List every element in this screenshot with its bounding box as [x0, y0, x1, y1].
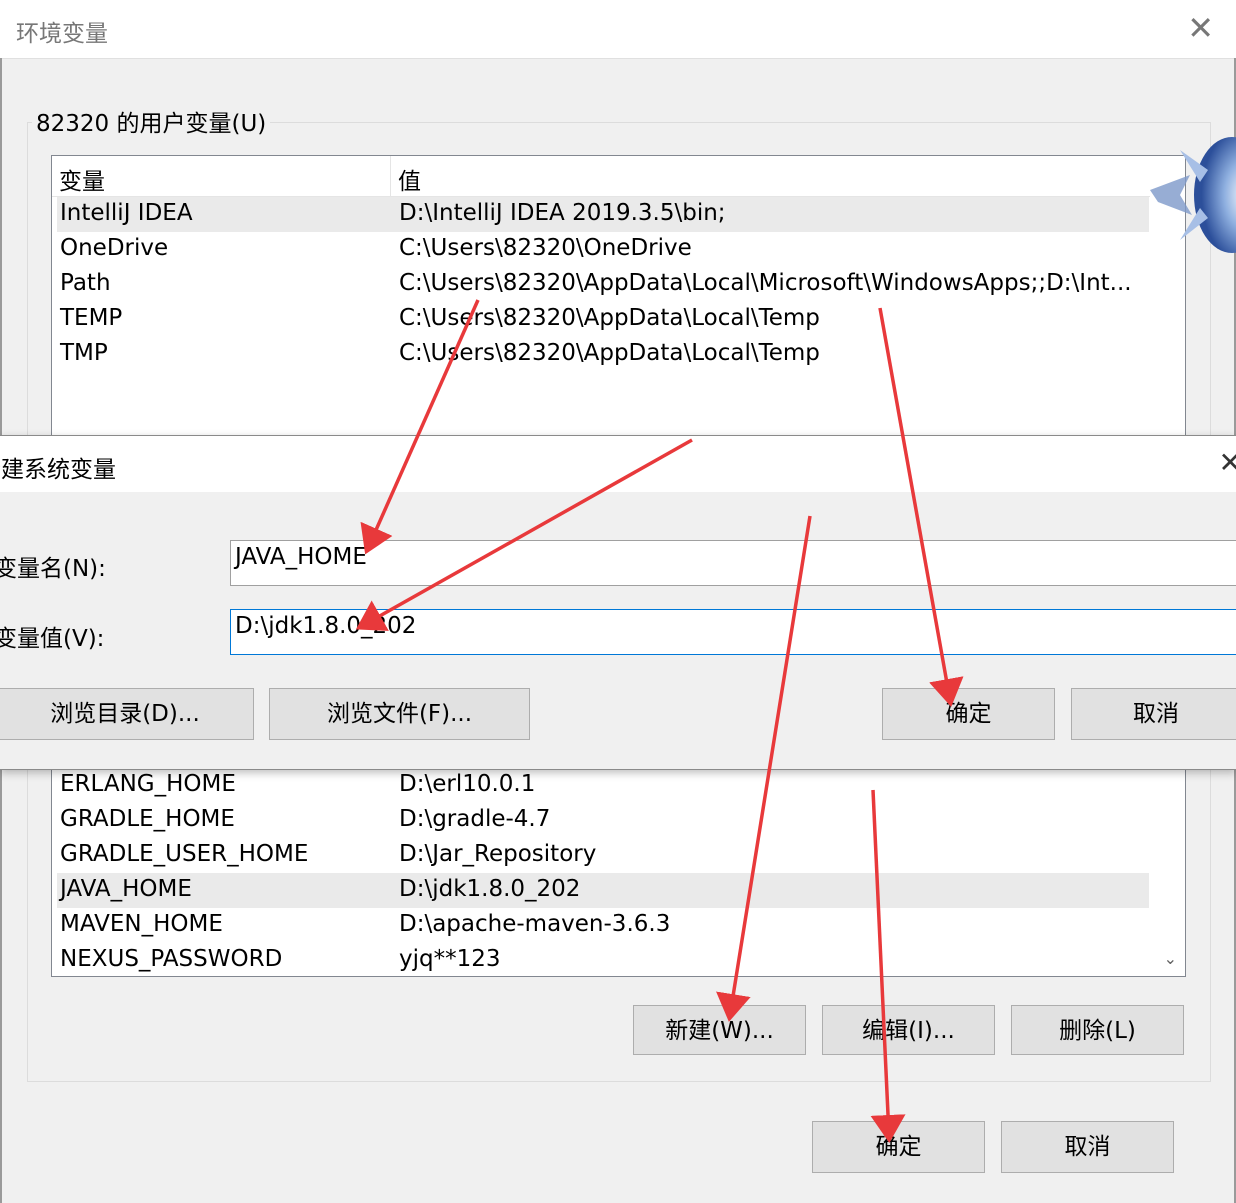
user-variables-list[interactable]: 变量 值 IntelliJ IDEA D:\IntelliJ IDEA 2019…	[51, 155, 1186, 457]
column-separator[interactable]	[390, 156, 391, 196]
variable-name: Path	[60, 270, 111, 296]
table-row[interactable]: GRADLE_USER_HOME D:\Jar_Repository	[57, 838, 1149, 873]
variable-value-label: 变量值(V):	[0, 626, 105, 652]
variable-value: C:\Users\82320\AppData\Local\Temp	[399, 305, 820, 331]
variable-name: GRADLE_HOME	[60, 806, 235, 832]
browse-file-button[interactable]: 浏览文件(F)...	[269, 688, 530, 740]
variable-value: D:\Jar_Repository	[399, 841, 597, 867]
variable-name: TEMP	[60, 305, 123, 331]
env-close-icon[interactable]: ✕	[1187, 10, 1214, 46]
variable-value: D:\apache-maven-3.6.3	[399, 911, 671, 937]
variable-value: C:\Users\82320\OneDrive	[399, 235, 692, 261]
column-header-value[interactable]: 值	[398, 162, 421, 196]
edit-button[interactable]: 编辑(I)...	[822, 1005, 995, 1055]
table-row[interactable]: TMP C:\Users\82320\AppData\Local\Temp	[57, 337, 1149, 372]
table-row[interactable]: ERLANG_HOME D:\erl10.0.1	[57, 768, 1149, 803]
dialog-close-icon[interactable]: ✕	[1219, 446, 1236, 479]
user-variables-label: 82320 的用户变量(U)	[32, 104, 271, 138]
table-row[interactable]: NEXUS_PASSWORD yjq**123	[57, 943, 1149, 976]
variable-name: JAVA_HOME	[60, 876, 192, 902]
table-row[interactable]: OneDrive C:\Users\82320\OneDrive	[57, 232, 1149, 267]
variable-value: D:\erl10.0.1	[399, 771, 536, 797]
variable-name-input[interactable]: JAVA_HOME	[230, 540, 1236, 586]
column-header-name[interactable]: 变量	[59, 162, 105, 196]
variable-name: IntelliJ IDEA	[60, 200, 193, 226]
ok-button[interactable]: 确定	[812, 1121, 985, 1173]
env-window-title: 环境变量	[16, 21, 108, 47]
variable-name: ERLANG_HOME	[60, 771, 236, 797]
variable-name-label: 变量名(N):	[0, 556, 106, 582]
chevron-down-icon[interactable]: ⌄	[1164, 949, 1177, 968]
variable-value: C:\Users\82320\AppData\Local\Temp	[399, 340, 820, 366]
variable-value-input[interactable]: D:\jdk1.8.0_202	[230, 609, 1236, 655]
crystal-decoration-icon	[1150, 137, 1236, 253]
variable-name: NEXUS_PASSWORD	[60, 946, 283, 972]
table-row[interactable]: Path C:\Users\82320\AppData\Local\Micros…	[57, 267, 1149, 302]
new-system-variable-dialog: 新建系统变量 ✕ 变量名(N): JAVA_HOME 变量值(V): D:\jd…	[0, 435, 1236, 770]
delete-button[interactable]: 删除(L)	[1011, 1005, 1184, 1055]
dialog-title: 新建系统变量	[0, 457, 116, 483]
variable-name: TMP	[60, 340, 108, 366]
table-row[interactable]: TEMP C:\Users\82320\AppData\Local\Temp	[57, 302, 1149, 337]
variable-value: D:\jdk1.8.0_202	[399, 876, 581, 902]
variable-value: D:\gradle-4.7	[399, 806, 551, 832]
variable-name: OneDrive	[60, 235, 169, 261]
variable-value: yjq**123	[399, 946, 501, 972]
dialog-cancel-button[interactable]: 取消	[1071, 688, 1236, 740]
dialog-titlebar: 新建系统变量 ✕	[0, 436, 1236, 492]
cancel-button[interactable]: 取消	[1001, 1121, 1174, 1173]
table-row[interactable]: IntelliJ IDEA D:\IntelliJ IDEA 2019.3.5\…	[57, 197, 1149, 232]
variable-name: MAVEN_HOME	[60, 911, 223, 937]
table-row[interactable]: MAVEN_HOME D:\apache-maven-3.6.3	[57, 908, 1149, 943]
new-button[interactable]: 新建(W)...	[633, 1005, 806, 1055]
dialog-ok-button[interactable]: 确定	[882, 688, 1055, 740]
browse-directory-button[interactable]: 浏览目录(D)...	[0, 688, 254, 740]
variable-name: GRADLE_USER_HOME	[60, 841, 309, 867]
table-row[interactable]: JAVA_HOME D:\jdk1.8.0_202	[57, 873, 1149, 908]
list-header: 变量 值	[52, 156, 1150, 197]
table-row[interactable]: GRADLE_HOME D:\gradle-4.7	[57, 803, 1149, 838]
variable-value: D:\IntelliJ IDEA 2019.3.5\bin;	[399, 200, 726, 226]
variable-value: C:\Users\82320\AppData\Local\Microsoft\W…	[399, 270, 1132, 296]
env-titlebar: 环境变量 ✕	[0, 0, 1236, 59]
